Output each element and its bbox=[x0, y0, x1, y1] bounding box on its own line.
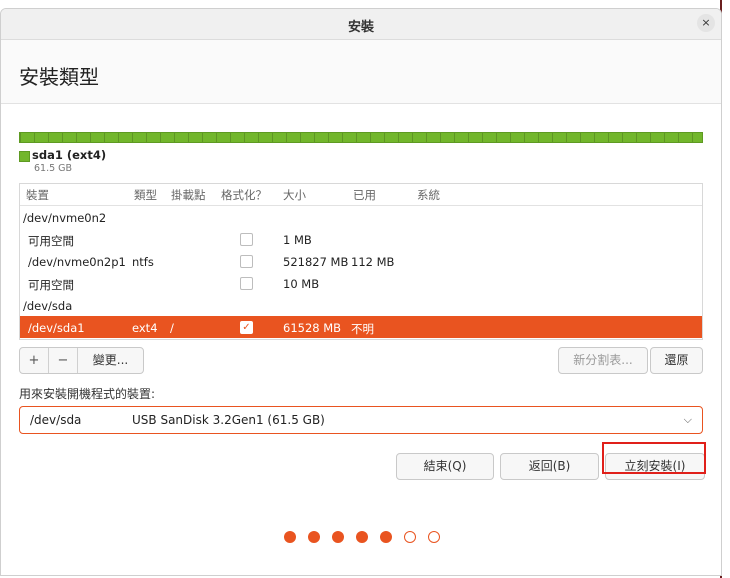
page-title: 安裝類型 bbox=[19, 65, 99, 89]
column-header-format[interactable]: 格式化？ bbox=[221, 187, 267, 203]
partition-legend-size: 61.5 GB bbox=[34, 163, 73, 174]
cell-size: 521827 MB bbox=[283, 255, 349, 269]
table-row[interactable]: /dev/sda bbox=[20, 294, 702, 316]
cell-type: ntfs bbox=[132, 255, 154, 269]
bootloader-device-description: USB SanDisk 3.2Gen1 (61.5 GB) bbox=[132, 413, 325, 427]
chevron-down-icon: ⌵ bbox=[683, 413, 692, 426]
progress-dot bbox=[380, 531, 392, 543]
table-row[interactable]: 可用空間 1 MB bbox=[20, 228, 702, 250]
progress-dot bbox=[308, 531, 320, 543]
content-area: sda1 (ext4) 61.5 GB 裝置 類型 掛載點 格式化？ 大小 已用… bbox=[1, 104, 721, 575]
progress-dot bbox=[332, 531, 344, 543]
cell-mount: / bbox=[170, 321, 174, 335]
progress-dot bbox=[356, 531, 368, 543]
progress-dot bbox=[428, 531, 440, 543]
progress-dot bbox=[284, 531, 296, 543]
table-row[interactable]: /dev/nvme0n2 bbox=[20, 206, 702, 228]
bootloader-device-label: 用來安裝開機程式的裝置: bbox=[19, 387, 156, 401]
column-header-device[interactable]: 裝置 bbox=[26, 187, 49, 203]
back-button[interactable]: 返回(B) bbox=[500, 453, 599, 480]
close-icon: × bbox=[701, 16, 711, 29]
window-title: 安裝 bbox=[347, 20, 374, 35]
title-bar: 安裝 × bbox=[1, 9, 721, 40]
minus-icon: − bbox=[57, 353, 69, 368]
progress-dot bbox=[404, 531, 416, 543]
install-button-highlight bbox=[602, 442, 706, 474]
installer-window: 安裝 × 安裝類型 sda1 (ext4) 61.5 GB 裝置 類型 掛載點 … bbox=[0, 8, 722, 576]
format-checkbox[interactable] bbox=[240, 233, 253, 246]
table-row[interactable]: /dev/nvme0n2p1 ntfs 521827 MB 112 MB bbox=[20, 250, 702, 272]
cell-used: 不明 bbox=[351, 322, 374, 336]
column-header-mount[interactable]: 掛載點 bbox=[171, 187, 206, 203]
cell-type: ext4 bbox=[132, 321, 158, 335]
disk-usage-bar bbox=[19, 132, 703, 143]
table-header: 裝置 類型 掛載點 格式化？ 大小 已用 系統 bbox=[20, 184, 702, 206]
remove-partition-button[interactable]: − bbox=[49, 348, 77, 373]
revert-button[interactable]: 還原 bbox=[650, 347, 703, 374]
add-partition-button[interactable]: + bbox=[20, 348, 48, 373]
table-row[interactable]: 可用空間 10 MB bbox=[20, 272, 702, 294]
new-partition-table-button[interactable]: 新分割表... bbox=[558, 347, 648, 374]
cell-used: 112 MB bbox=[351, 255, 395, 269]
change-partition-button[interactable]: 變更... bbox=[78, 348, 143, 373]
cell-device: 可用空間 bbox=[28, 234, 74, 248]
bootloader-device-select[interactable]: /dev/sda USB SanDisk 3.2Gen1 (61.5 GB) ⌵ bbox=[19, 406, 703, 434]
cell-device: 可用空間 bbox=[28, 278, 74, 292]
close-button[interactable]: × bbox=[697, 14, 715, 32]
cell-device: /dev/nvme0n2 bbox=[23, 211, 107, 225]
format-checkbox-checked[interactable]: ✓ bbox=[240, 321, 253, 334]
partition-edit-buttons: + − 變更... bbox=[19, 347, 144, 374]
format-checkbox[interactable] bbox=[240, 277, 253, 290]
cell-size: 61528 MB bbox=[283, 321, 342, 335]
column-header-size[interactable]: 大小 bbox=[283, 187, 306, 203]
partition-table: 裝置 類型 掛載點 格式化？ 大小 已用 系統 /dev/nvme0n2 可用空… bbox=[19, 183, 703, 340]
checkmark-icon: ✓ bbox=[242, 322, 251, 333]
column-header-system[interactable]: 系統 bbox=[417, 187, 440, 203]
table-row-selected[interactable]: /dev/sda1 ext4 / ✓ 61528 MB 不明 bbox=[20, 316, 702, 338]
cell-device: /dev/nvme0n2p1 bbox=[28, 255, 126, 269]
column-header-used[interactable]: 已用 bbox=[353, 187, 376, 203]
quit-button[interactable]: 結束(Q) bbox=[396, 453, 494, 480]
cell-size: 10 MB bbox=[283, 277, 320, 291]
cell-device: /dev/sda bbox=[23, 299, 73, 313]
bootloader-device-path: /dev/sda bbox=[30, 413, 82, 427]
format-checkbox[interactable] bbox=[240, 255, 253, 268]
cell-device: /dev/sda1 bbox=[28, 321, 85, 335]
column-header-type[interactable]: 類型 bbox=[134, 187, 157, 203]
partition-legend-name: sda1 (ext4) bbox=[32, 148, 107, 162]
cell-size: 1 MB bbox=[283, 233, 312, 247]
plus-icon: + bbox=[28, 353, 40, 368]
partition-color-swatch bbox=[19, 151, 30, 162]
